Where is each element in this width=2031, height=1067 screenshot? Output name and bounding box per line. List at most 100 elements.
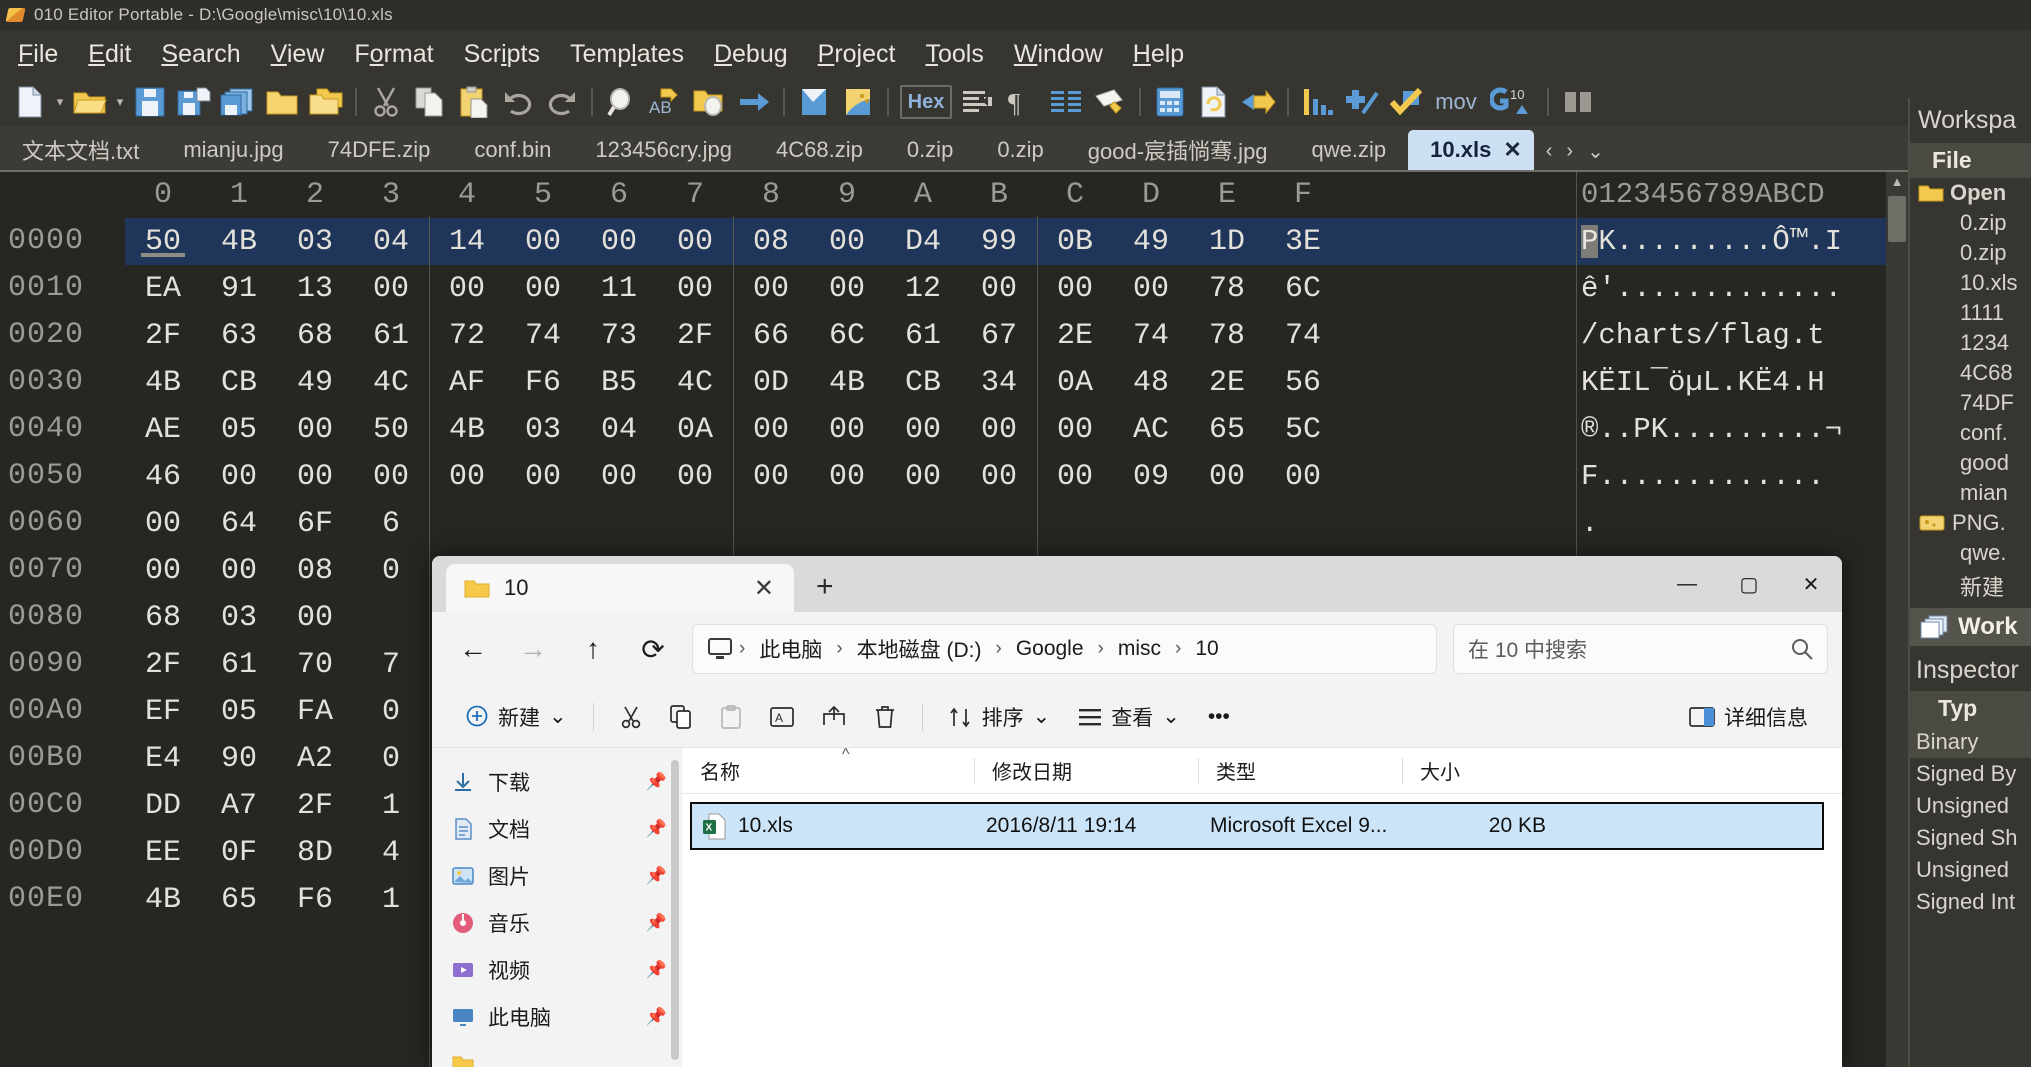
verify-icon[interactable]: [1384, 81, 1428, 123]
inspector-type-unsigned-short[interactable]: Unsigned: [1910, 854, 2031, 886]
sidebar-item-videos[interactable]: 视频 📌: [432, 946, 681, 993]
workspace-bar[interactable]: Work: [1910, 608, 2031, 646]
menu-edit[interactable]: Edit: [74, 36, 145, 73]
hex-byte[interactable]: F6: [505, 366, 581, 400]
hex-byte[interactable]: 00: [885, 460, 961, 494]
close-icon[interactable]: ✕: [750, 574, 778, 603]
hex-byte[interactable]: F6: [277, 883, 353, 917]
redo-icon[interactable]: [540, 81, 584, 123]
doctab-conf[interactable]: conf.bin: [452, 130, 573, 170]
base-convert-icon[interactable]: 10: [1484, 81, 1540, 123]
hex-byte[interactable]: EF: [125, 695, 201, 729]
hex-byte[interactable]: 61: [885, 319, 961, 353]
maximize-button[interactable]: ▢: [1718, 556, 1780, 612]
hex-byte[interactable]: 56: [1265, 366, 1341, 400]
ws-file-qwe[interactable]: qwe.: [1910, 538, 2031, 568]
new-file-icon[interactable]: [8, 81, 52, 123]
open-files-row[interactable]: Open: [1910, 178, 2031, 208]
hex-byte[interactable]: 5C: [1265, 413, 1341, 447]
breadcrumb-item-drive-d[interactable]: 本地磁盘 (D:): [849, 630, 990, 668]
hex-byte[interactable]: 4B: [429, 413, 505, 447]
file-explorer-window[interactable]: 10 ✕ + — ▢ ✕ ← → ↑ ⟳ › 此电脑 › 本地磁盘 (D:) ›…: [432, 556, 1842, 1067]
hex-byte[interactable]: 91: [201, 272, 277, 306]
refresh-button[interactable]: ⟳: [626, 625, 680, 673]
hex-byte[interactable]: 00: [809, 413, 885, 447]
minimize-button[interactable]: —: [1656, 556, 1718, 612]
hex-byte[interactable]: 74: [505, 319, 581, 353]
new-file-caret-icon[interactable]: ▾: [52, 81, 68, 123]
menu-file[interactable]: File: [4, 36, 72, 73]
hex-byte[interactable]: 00: [505, 272, 581, 306]
sort-button[interactable]: 排序 ⌄: [937, 694, 1063, 740]
hex-byte[interactable]: 03: [201, 601, 277, 635]
hex-byte[interactable]: 78: [1189, 319, 1265, 353]
find-in-files-icon[interactable]: [688, 81, 732, 123]
convert-icon[interactable]: [1236, 81, 1280, 123]
hex-byte[interactable]: 61: [353, 319, 429, 353]
hex-vertical-scrollbar[interactable]: ▲: [1886, 172, 1908, 1067]
hex-byte[interactable]: 00: [277, 460, 353, 494]
hex-byte[interactable]: 65: [1189, 413, 1265, 447]
hex-byte[interactable]: 0B: [1037, 225, 1113, 259]
doctab-good[interactable]: good-宸插惝骞.jpg: [1066, 130, 1290, 170]
hex-byte[interactable]: 00: [581, 225, 657, 259]
table-row[interactable]: X 10.xls 2016/8/11 19:14 Microsoft Excel…: [690, 802, 1824, 850]
hex-byte[interactable]: 2E: [1189, 366, 1265, 400]
explorer-tab-10[interactable]: 10 ✕: [446, 564, 794, 612]
ascii-row[interactable]: .: [1577, 500, 1908, 547]
view-button[interactable]: 查看 ⌄: [1066, 694, 1192, 740]
pin-icon[interactable]: 📌: [646, 866, 667, 886]
sidebar-item-documents[interactable]: 文档 📌: [432, 805, 681, 852]
menu-debug[interactable]: Debug: [700, 36, 802, 73]
doctab-0zip-a[interactable]: 0.zip: [885, 130, 975, 170]
hex-byte[interactable]: 00: [1037, 460, 1113, 494]
hex-byte[interactable]: 50: [125, 225, 201, 259]
hex-byte[interactable]: 0: [353, 554, 429, 588]
hex-byte[interactable]: 00: [201, 460, 277, 494]
hex-byte[interactable]: AC: [1113, 413, 1189, 447]
close-button[interactable]: ✕: [1780, 556, 1842, 612]
hex-row[interactable]: 46000000000000000000000000090000: [125, 453, 1576, 500]
menu-scripts[interactable]: Scripts: [450, 36, 554, 73]
hex-byte[interactable]: EA: [125, 272, 201, 306]
hex-byte[interactable]: 05: [201, 695, 277, 729]
scroll-up-icon[interactable]: ▲: [1886, 174, 1908, 194]
ws-file-xinjian[interactable]: 新建: [1910, 568, 2031, 604]
hex-byte[interactable]: 04: [581, 413, 657, 447]
share-button[interactable]: [810, 694, 858, 740]
highlight-icon[interactable]: [1088, 81, 1132, 123]
chevron-down-icon[interactable]: ⌄: [1033, 704, 1051, 729]
hex-byte[interactable]: 4C: [657, 366, 733, 400]
pin-icon[interactable]: 📌: [646, 772, 667, 792]
hex-byte[interactable]: 00: [733, 272, 809, 306]
hex-byte[interactable]: 0F: [201, 836, 277, 870]
hex-byte[interactable]: 0D: [733, 366, 809, 400]
hex-byte[interactable]: 08: [733, 225, 809, 259]
copy-icon[interactable]: [408, 81, 452, 123]
menu-format[interactable]: Format: [340, 36, 447, 73]
search-input[interactable]: 在 10 中搜索: [1453, 624, 1828, 674]
up-button[interactable]: ↑: [566, 625, 620, 673]
doctab-mianju[interactable]: mianju.jpg: [161, 130, 305, 170]
disassemble-icon[interactable]: mov: [1428, 81, 1484, 123]
hex-byte[interactable]: FA: [277, 695, 353, 729]
delete-button[interactable]: [862, 694, 908, 740]
pin-icon[interactable]: 📌: [646, 1007, 667, 1027]
hex-byte[interactable]: 00: [505, 460, 581, 494]
paste-button[interactable]: [708, 694, 754, 740]
hex-byte[interactable]: 00: [885, 413, 961, 447]
inspector-type-unsigned-byte[interactable]: Unsigned: [1910, 790, 2031, 822]
ascii-row[interactable]: ê'.............: [1577, 265, 1908, 312]
paste-icon[interactable]: [452, 81, 496, 123]
hex-byte[interactable]: 00: [1113, 272, 1189, 306]
hex-byte[interactable]: 03: [505, 413, 581, 447]
more-button[interactable]: •••: [1196, 694, 1242, 740]
hex-byte[interactable]: 12: [885, 272, 961, 306]
hex-byte[interactable]: 1D: [1189, 225, 1265, 259]
file-list[interactable]: 名称 ^ 修改日期 类型 大小 X 10.xls 2016/8/11 19:14…: [682, 748, 1842, 1067]
hex-byte[interactable]: 00: [961, 272, 1037, 306]
chevron-down-icon[interactable]: ⌄: [1162, 704, 1180, 729]
hex-byte[interactable]: 4B: [125, 366, 201, 400]
menu-view[interactable]: View: [257, 36, 339, 73]
ws-file-0zip-b[interactable]: 0.zip: [1910, 238, 2031, 268]
